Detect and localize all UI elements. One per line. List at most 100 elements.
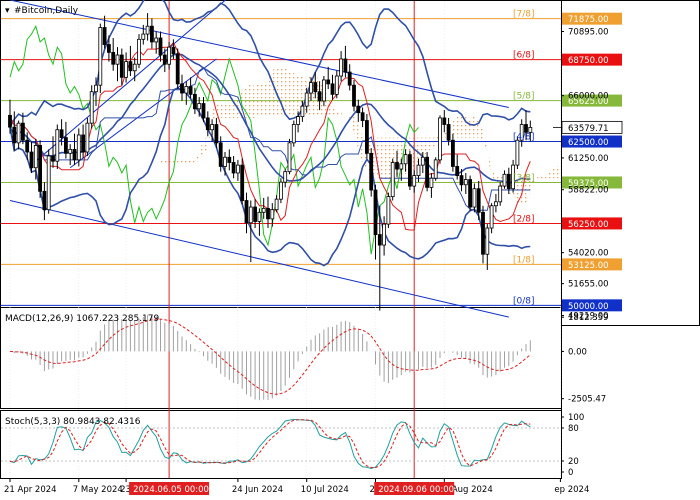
candle-body-down xyxy=(506,173,511,190)
price-tick-label: 66000.00 xyxy=(568,92,609,102)
candle-body-up xyxy=(390,162,395,197)
price-tag-label: 71875.00 xyxy=(568,15,609,25)
candle-body-up xyxy=(433,159,438,179)
candle-body-up xyxy=(33,145,38,169)
candle-body-up xyxy=(403,154,408,165)
candle-body-down xyxy=(59,129,64,139)
candle-body-up xyxy=(300,105,305,118)
price-tag-label: 50000.00 xyxy=(568,302,609,312)
candle-body-down xyxy=(369,152,374,191)
time-tick-label: 10 Jul 2024 xyxy=(301,485,349,495)
murrey-level-label: [5/8] xyxy=(513,92,535,102)
candle xyxy=(468,175,473,211)
stoch-label: Stoch(5,3,3) 80.9843 82.4316 xyxy=(5,417,141,427)
candle-body-down xyxy=(107,44,111,53)
candle-body-up xyxy=(270,209,275,220)
price-tag-label: 53125.00 xyxy=(568,261,609,271)
candle-body-up xyxy=(472,188,477,208)
candle-body-up xyxy=(154,37,159,43)
candle-body-down xyxy=(360,112,365,121)
candle-body-down xyxy=(42,190,47,211)
candle-body-down xyxy=(330,83,335,95)
symbol-label: #Bitcoin,Daily xyxy=(14,6,79,16)
stoch-tick-label: 20 xyxy=(568,457,579,467)
candle-body-up xyxy=(137,38,141,65)
candle-body-up xyxy=(235,164,240,174)
price-tick-label: 51655.00 xyxy=(568,280,609,290)
time-tick-label: 7 May 2024 xyxy=(73,485,123,495)
murrey-level-label: [1/8] xyxy=(513,255,535,265)
candle-body-up xyxy=(223,156,227,167)
candle-body-down xyxy=(227,156,232,163)
price-tag-label: 62500.00 xyxy=(568,138,609,148)
candle-body-down xyxy=(111,52,116,65)
candle xyxy=(38,140,42,198)
candle xyxy=(364,114,369,159)
candle xyxy=(498,182,503,206)
candle-body-down xyxy=(192,93,197,110)
candle-body-up xyxy=(46,155,51,211)
candle-body-down xyxy=(12,126,17,144)
candle-body-down xyxy=(64,137,68,154)
candle-body-up xyxy=(304,92,309,107)
candle-body-up xyxy=(145,25,150,35)
candle-body-up xyxy=(438,117,442,161)
candle xyxy=(386,192,391,229)
candle xyxy=(433,157,438,181)
candle xyxy=(89,85,94,129)
candle-body-down xyxy=(171,46,176,55)
candle-body-up xyxy=(85,122,90,153)
candle-body-up xyxy=(416,164,421,177)
candle-body-up xyxy=(429,177,434,188)
candle-body-up xyxy=(339,58,344,77)
candle-body-down xyxy=(8,114,12,128)
candle-body-down xyxy=(72,148,77,161)
candle-body-down xyxy=(364,120,369,154)
candle-body-up xyxy=(498,185,503,203)
candle-body-down xyxy=(175,53,180,85)
macd-tick-label: 1812.359 xyxy=(568,313,609,323)
candle-body-down xyxy=(442,117,447,125)
candle-body-up xyxy=(197,103,202,110)
price-tag-label: 68750.00 xyxy=(568,56,609,66)
candle-body-down xyxy=(201,103,206,119)
candle-body-down xyxy=(128,61,133,72)
candle-body-up xyxy=(274,198,279,211)
time-tick-label: ep 2024 xyxy=(554,485,589,495)
candle-body-down xyxy=(446,124,451,141)
candle-body-down xyxy=(352,84,356,107)
candle-body-up xyxy=(141,33,146,40)
candle-body-up xyxy=(16,122,21,144)
candle-body-up xyxy=(291,124,296,144)
candle-body-down xyxy=(343,58,348,73)
candle-body-up xyxy=(399,163,404,170)
murrey-level-label: [2/8] xyxy=(513,214,535,224)
highlighted-date-label: 2024.06.05 00:00 xyxy=(133,485,209,495)
candle-body-down xyxy=(455,166,460,177)
candle-body-down xyxy=(188,86,193,95)
murrey-level-label: [4/8] xyxy=(513,133,535,143)
candle-body-down xyxy=(377,234,382,246)
candle-body-down xyxy=(266,207,270,220)
candle-body-down xyxy=(450,139,455,167)
candle xyxy=(390,158,395,201)
candle-body-down xyxy=(468,179,473,208)
candle-body-down xyxy=(244,200,249,224)
price-tick-label: 54020.00 xyxy=(568,249,609,259)
candle xyxy=(438,115,442,164)
candle-body-down xyxy=(25,139,30,153)
candle-body-up xyxy=(296,116,301,125)
candle-body-up xyxy=(124,61,128,78)
time-tick-label: 24 Jun 2024 xyxy=(232,485,283,495)
stoch-tick-label: 0 xyxy=(568,468,573,478)
candle-body-down xyxy=(407,154,412,187)
price-tick-label: 61250.00 xyxy=(568,154,609,164)
candle-body-down xyxy=(38,145,42,192)
candle-body-up xyxy=(167,46,172,65)
candle-body-up xyxy=(334,75,339,95)
candle-body-up xyxy=(420,156,425,166)
time-axis: 21 Apr 2024 7 May 202423 24 Jun 2024 10 Jul… xyxy=(4,478,589,495)
candle-body-down xyxy=(356,105,361,114)
murrey-level-label: [7/8] xyxy=(513,10,535,20)
murrey-level-label: [6/8] xyxy=(513,51,535,61)
